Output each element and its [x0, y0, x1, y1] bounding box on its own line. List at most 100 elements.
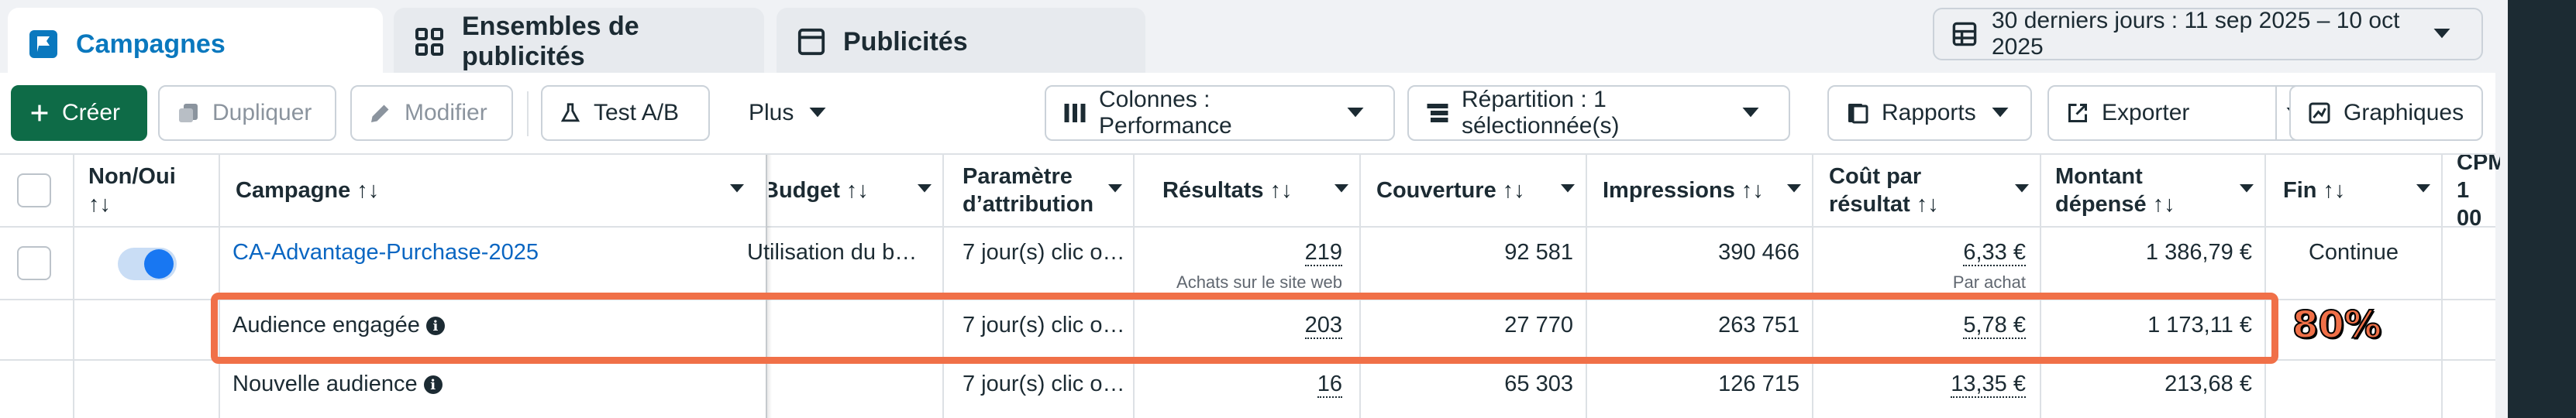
- campaign-results[interactable]: 219: [1162, 240, 1342, 266]
- more-button-label: Plus: [749, 100, 794, 125]
- header-cpm[interactable]: CPM 1 00: [2457, 155, 2500, 226]
- header-cost-line1: Coût par: [1829, 164, 1922, 189]
- reports-button-label: Rapports: [1882, 100, 1976, 125]
- new-cost-per-result[interactable]: 13,35 €: [1829, 372, 2026, 398]
- caret-down-icon: [2433, 29, 2450, 39]
- pencil-icon: [369, 101, 392, 125]
- ab-test-button[interactable]: Test A/B: [541, 85, 710, 141]
- campaign-budget: Utilisation du b…: [747, 240, 918, 265]
- header-impressions-label: Impressions ↑↓: [1603, 178, 1764, 203]
- header-cost-per-result[interactable]: Coût par résultat ↑↓: [1829, 155, 2038, 226]
- new-reach: 65 303: [1504, 372, 1573, 396]
- header-campaign[interactable]: Campagne ↑↓: [236, 155, 763, 226]
- export-button[interactable]: Exporter: [2047, 85, 2277, 141]
- reports-button[interactable]: Rapports: [1827, 85, 2032, 141]
- column-divider: [2040, 153, 2041, 418]
- date-range-label: 30 derniers jours : 11 sep 2025 – 10 oct…: [1992, 8, 2400, 60]
- header-end-label: Fin ↑↓: [2283, 178, 2346, 203]
- column-divider: [942, 153, 944, 418]
- tab-ads-label: Publicités: [843, 26, 968, 57]
- tab-ads[interactable]: Publicités: [777, 8, 1145, 76]
- column-divider: [2441, 153, 2443, 418]
- create-button-label: Créer: [62, 100, 121, 125]
- tab-campaigns-label: Campagnes: [76, 29, 226, 59]
- column-divider: [1359, 153, 1361, 418]
- caret-down-icon: [1787, 184, 1801, 194]
- charts-button-label: Graphiques: [2344, 100, 2464, 125]
- tab-adsets[interactable]: Ensembles de publicités: [394, 8, 764, 76]
- header-attribution-line1: Paramètre: [963, 164, 1073, 189]
- campaign-cost-per-result[interactable]: 6,33 €: [1829, 240, 2026, 266]
- columns-button[interactable]: Colonnes : Performance: [1045, 85, 1395, 141]
- date-range-picker[interactable]: 30 derniers jours : 11 sep 2025 – 10 oct…: [1933, 8, 2483, 60]
- select-all-checkbox[interactable]: [17, 173, 51, 207]
- caret-down-icon: [1742, 108, 1759, 118]
- reports-icon: [1846, 101, 1869, 125]
- header-results[interactable]: Résultats ↑↓: [1162, 155, 1358, 226]
- campaign-cost-type: Par achat: [1952, 272, 2026, 292]
- edit-button[interactable]: Modifier: [350, 85, 513, 141]
- new-results[interactable]: 16: [1162, 372, 1342, 398]
- header-attribution-line2: d’attribution: [963, 192, 1094, 217]
- export-icon: [2066, 101, 2089, 125]
- header-amount-spent[interactable]: Montant dépensé ↑↓: [2055, 155, 2263, 226]
- column-divider: [73, 153, 74, 418]
- header-cpm-line2: 1 00: [2457, 178, 2482, 226]
- header-spent-line2: dépensé ↑↓: [2055, 192, 2175, 217]
- annotation-percent: 80%: [2292, 303, 2382, 348]
- toolbar-divider: [527, 91, 529, 136]
- toggle-knob: [144, 249, 174, 279]
- header-attribution[interactable]: Paramètre d’attribution: [963, 155, 1131, 226]
- tab-adsets-label: Ensembles de publicités: [462, 12, 639, 71]
- caret-down-icon: [1347, 108, 1364, 118]
- header-on-off-line1: Non/Oui: [88, 164, 176, 189]
- campaign-amount-spent: 1 386,79 €: [2145, 240, 2252, 265]
- info-icon: i: [423, 375, 443, 395]
- campaign-on-off-toggle[interactable]: [118, 248, 177, 280]
- adset-name-new-label: Nouvelle audience: [232, 372, 418, 396]
- header-campaign-label: Campagne ↑↓: [236, 178, 380, 203]
- caret-down-icon: [1334, 184, 1348, 194]
- header-cpm-line1: CPM: [2457, 155, 2500, 175]
- campaign-name-link[interactable]: CA-Advantage-Purchase-2025: [232, 240, 539, 266]
- more-button[interactable]: Plus: [730, 85, 839, 141]
- columns-button-label: Colonnes : Performance: [1099, 87, 1232, 139]
- campaign-results-type: Achats sur le site web: [1176, 272, 1342, 292]
- campaign-results-value: 219: [1304, 240, 1342, 266]
- chart-icon: [2308, 101, 2331, 125]
- caret-down-icon: [730, 184, 744, 194]
- column-divider: [1812, 153, 1813, 418]
- header-on-off[interactable]: Non/Oui ↑↓: [88, 155, 212, 226]
- ad-card-icon: [797, 27, 826, 57]
- campaign-reach: 92 581: [1504, 240, 1573, 265]
- export-button-label: Exporter: [2102, 100, 2190, 125]
- caret-down-icon: [918, 184, 932, 194]
- new-cost-value: 13,35 €: [1951, 372, 2026, 398]
- breakdown-button-label: Répartition : 1 sélectionnée(s): [1462, 87, 1620, 139]
- header-impressions[interactable]: Impressions ↑↓: [1603, 155, 1810, 226]
- breakdown-button[interactable]: Répartition : 1 sélectionnée(s): [1407, 85, 1790, 141]
- header-cost-line2: résultat ↑↓: [1829, 192, 1939, 217]
- header-budget[interactable]: Budget ↑↓: [769, 155, 941, 226]
- flag-icon: [28, 29, 59, 60]
- adset-name-new[interactable]: Nouvelle audience i: [232, 372, 443, 397]
- breakdown-icon: [1426, 102, 1449, 124]
- create-button[interactable]: Créer: [11, 85, 147, 141]
- charts-button[interactable]: Graphiques: [2289, 85, 2483, 141]
- duplicate-button[interactable]: Dupliquer: [158, 85, 336, 141]
- campaign-end: Continue: [2308, 240, 2399, 265]
- duplicate-icon: [177, 101, 200, 125]
- column-divider: [1586, 153, 1587, 418]
- caret-down-icon: [1108, 184, 1122, 194]
- header-on-off-line2: ↑↓: [88, 192, 111, 217]
- caret-down-icon: [1561, 184, 1575, 194]
- tab-campaigns[interactable]: Campagnes: [8, 8, 383, 81]
- plus-icon: [29, 103, 50, 123]
- highlight-box: [211, 293, 2278, 364]
- header-reach[interactable]: Couverture ↑↓: [1376, 155, 1584, 226]
- flask-icon: [560, 101, 581, 125]
- row-checkbox[interactable]: [17, 246, 51, 280]
- header-end[interactable]: Fin ↑↓: [2283, 155, 2440, 226]
- campaign-attribution: 7 jour(s) clic o…: [963, 240, 1125, 265]
- columns-icon: [1063, 102, 1087, 124]
